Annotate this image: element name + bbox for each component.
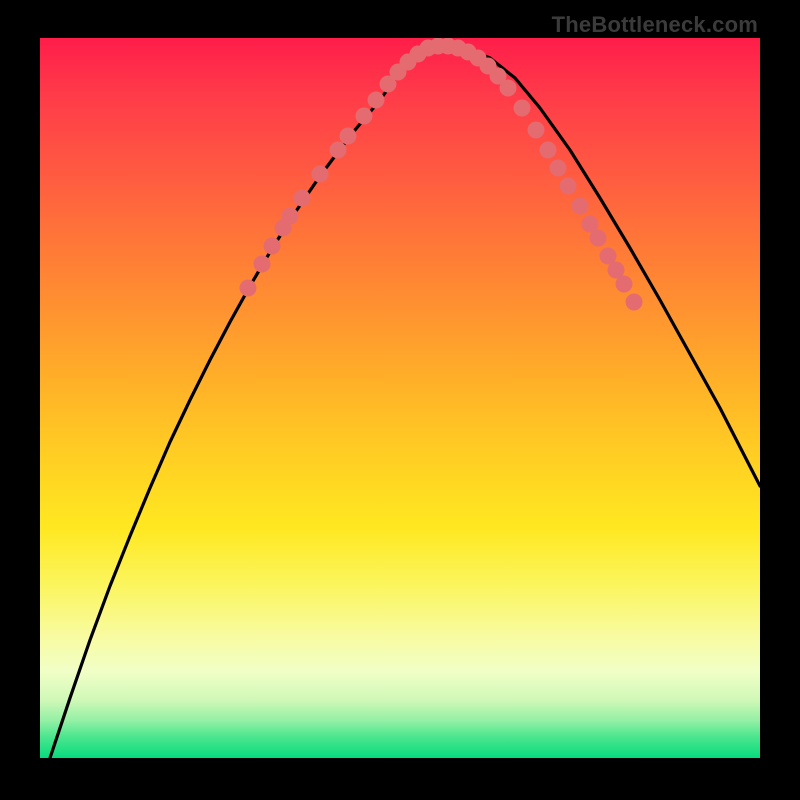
plot-area <box>40 38 760 758</box>
watermark-text: TheBottleneck.com <box>552 12 758 38</box>
chart-container: TheBottleneck.com <box>0 0 800 800</box>
